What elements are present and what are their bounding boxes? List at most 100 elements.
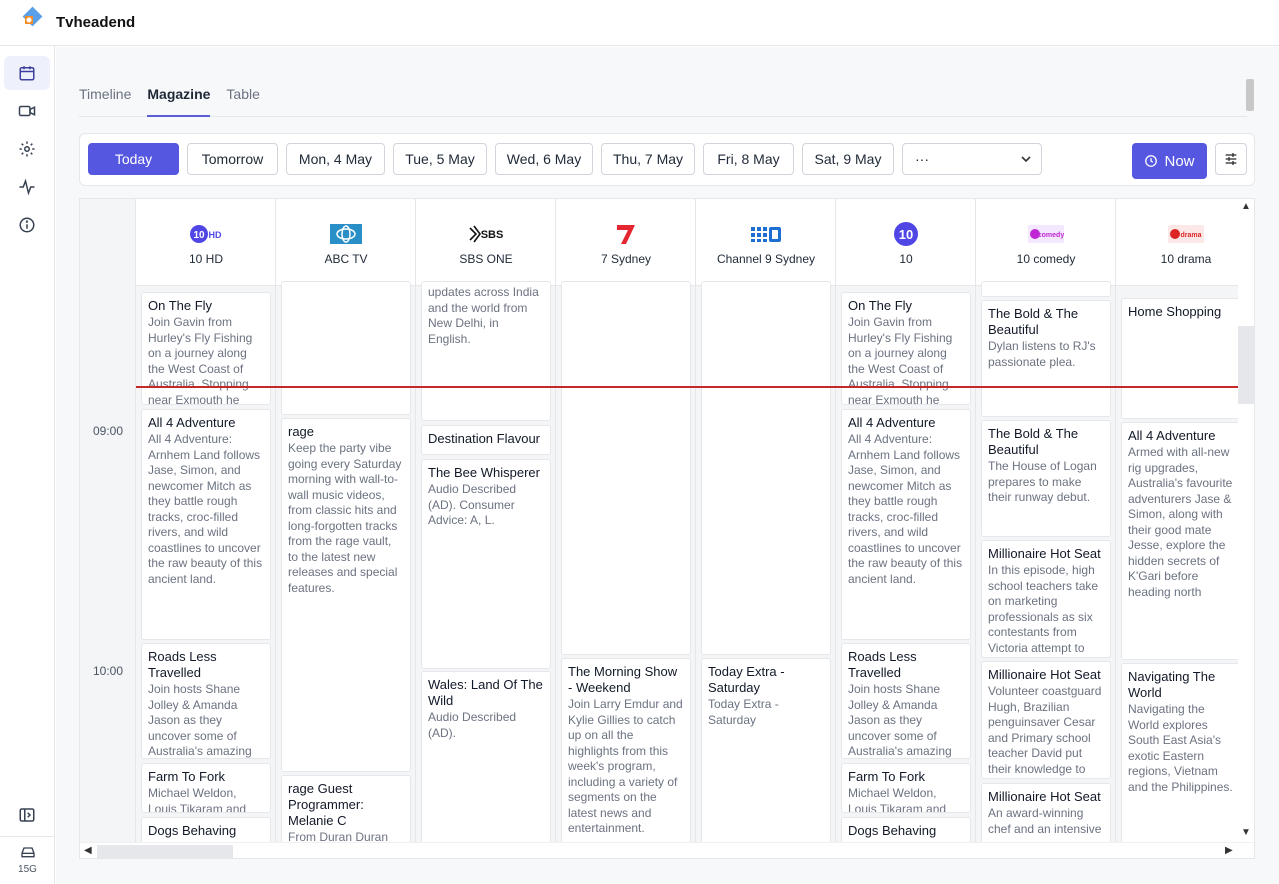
program-description: All 4 Adventure: Arnhem Land follows Jas… [148, 432, 263, 586]
program-card[interactable]: Roads Less Travelled Join hosts Shane Jol… [841, 643, 971, 759]
more-days-select[interactable]: ··· [902, 143, 1042, 175]
channel-name: 10 HD [188, 252, 223, 266]
channel-logo-icon [326, 219, 366, 249]
current-time-line [136, 386, 1238, 388]
collapse-sidebar-button[interactable] [4, 798, 50, 832]
program-title: rage Guest Programmer: Melanie C [288, 781, 364, 828]
program-card[interactable] [561, 281, 691, 655]
view-tabs: Timeline Magazine Table [79, 85, 1247, 117]
program-description: All 4 Adventure: Arnhem Land follows Jas… [848, 432, 963, 586]
program-card[interactable]: Home Shopping [1121, 298, 1241, 419]
grid-horizontal-scrollbar[interactable]: ◀ ▶ [80, 842, 1254, 858]
program-card[interactable]: rage Keep the party vibe going every Satu… [281, 418, 411, 772]
program-description: Join Gavin from Hurley's Fly Fishing on … [148, 315, 253, 405]
day-button-wed[interactable]: Wed, 6 May [495, 143, 593, 175]
program-card[interactable]: The Bold & The Beautiful Dylan listens to… [981, 300, 1111, 417]
more-days-value: ··· [915, 151, 929, 167]
video-camera-icon [18, 105, 36, 117]
now-button-label: Now [1164, 152, 1195, 170]
program-title: Today Extra - Saturday [708, 664, 785, 695]
program-card[interactable]: The Bold & The Beautiful The House of Log… [981, 420, 1111, 537]
tvheadend-logo-icon[interactable] [14, 5, 44, 40]
program-card[interactable] [981, 281, 1111, 297]
program-card[interactable]: The Morning Show - Weekend Join Larry Emd… [561, 658, 691, 857]
scroll-down-icon[interactable]: ▼ [1241, 827, 1251, 838]
tab-timeline[interactable]: Timeline [79, 85, 131, 117]
program-title: The Bold & The Beautiful [988, 426, 1079, 457]
day-button-tue[interactable]: Tue, 5 May [393, 143, 487, 175]
tab-magazine[interactable]: Magazine [147, 85, 211, 117]
program-title: On The Fly [148, 298, 213, 313]
grid-vertical-scroll-thumb[interactable] [1238, 326, 1254, 404]
program-card[interactable] [701, 281, 831, 655]
program-card[interactable]: All 4 Adventure All 4 Adventure: Arnhem L… [141, 409, 271, 640]
program-title: Farm To Fork [848, 769, 926, 784]
day-button-sat[interactable]: Sat, 9 May [802, 143, 894, 175]
channel-header[interactable]: ABC TV [276, 199, 416, 286]
program-card[interactable]: Millionaire Hot Seat In this episode, hig… [981, 540, 1111, 658]
program-description: Join Gavin from Hurley's Fly Fishing on … [848, 315, 953, 405]
channel-header[interactable]: SBS SBS ONE [416, 199, 556, 286]
day-button-thu[interactable]: Thu, 7 May [601, 143, 695, 175]
program-card[interactable]: Navigating The World Navigating the World… [1121, 663, 1241, 857]
program-card[interactable]: The Bee Whisperer Audio Described (AD). C… [421, 459, 551, 669]
channel-logo-icon: 10 HD [186, 219, 226, 249]
sidebar-item-status[interactable] [4, 170, 50, 204]
program-description: Dylan listens to RJ's passionate plea. [988, 339, 1096, 369]
channel-header[interactable]: comedy 10 comedy [976, 199, 1116, 286]
channel-header[interactable]: Channel 9 Sydney [696, 199, 836, 286]
channel-header[interactable]: drama 10 drama [1116, 199, 1254, 286]
sidebar-item-epg[interactable] [4, 56, 50, 90]
program-card[interactable]: Farm To Fork Michael Weldon, Louis Tikara… [141, 763, 271, 813]
program-title: Roads Less Travelled [848, 649, 917, 680]
program-card[interactable]: updates across India and the world from … [421, 281, 551, 421]
now-button[interactable]: Now [1132, 143, 1207, 179]
sidebar-item-recordings[interactable] [4, 94, 50, 128]
channel-name: 7 Sydney [600, 252, 652, 266]
tab-table[interactable]: Table [226, 85, 259, 117]
channel-name: ABC TV [324, 252, 368, 266]
channel-header[interactable]: 7 Sydney [556, 199, 696, 286]
program-card[interactable]: Millionaire Hot Seat Volunteer coastguard… [981, 661, 1111, 779]
grid-vertical-scrollbar[interactable]: ▲ ▼ [1238, 199, 1254, 842]
program-card[interactable]: On The Fly Join Gavin from Hurley's Fly F… [841, 292, 971, 405]
program-card[interactable]: Wales: Land Of The Wild Audio Described (… [421, 671, 551, 857]
tomorrow-button[interactable]: Tomorrow [187, 143, 278, 175]
clock-icon [1145, 155, 1158, 167]
program-title: rage [288, 424, 315, 439]
scroll-left-icon[interactable]: ◀ [84, 845, 92, 856]
today-button[interactable]: Today [88, 143, 179, 175]
program-card[interactable] [281, 281, 411, 415]
page-scrollbar[interactable] [1246, 73, 1254, 117]
day-button-fri[interactable]: Fri, 8 May [703, 143, 794, 175]
time-column: 09:00 10:00 [80, 199, 136, 842]
program-description: Join hosts Shane Jolley & Amanda Jason a… [148, 682, 252, 758]
scroll-up-icon[interactable]: ▲ [1241, 201, 1251, 212]
sidebar: 15G [0, 46, 55, 884]
channel-header[interactable]: 10 HD 10 HD [136, 199, 276, 286]
channel-logo-icon: drama [1166, 219, 1206, 249]
sidebar-item-about[interactable] [4, 208, 50, 242]
filter-settings-button[interactable] [1215, 143, 1247, 175]
panel-icon [19, 808, 35, 822]
program-card[interactable]: Roads Less Travelled Join hosts Shane Jol… [141, 643, 271, 759]
disk-space: 15G [0, 836, 55, 875]
program-card[interactable]: Farm To Fork Michael Weldon, Louis Tikara… [841, 763, 971, 813]
channel-name: 10 drama [1160, 252, 1212, 266]
channel-header[interactable]: 10 10 [836, 199, 976, 286]
grid-horizontal-scroll-thumb[interactable] [97, 845, 233, 858]
program-card[interactable]: Destination Flavour [421, 425, 551, 455]
scroll-right-icon[interactable]: ▶ [1225, 845, 1233, 856]
sidebar-item-settings[interactable] [4, 132, 50, 166]
channel-logo-icon: comedy [1026, 219, 1066, 249]
program-card[interactable]: On The Fly Join Gavin from Hurley's Fly F… [141, 292, 271, 405]
hard-drive-icon [20, 847, 35, 858]
svg-text:comedy: comedy [1038, 232, 1064, 239]
program-card[interactable]: All 4 Adventure Armed with all-new rig up… [1121, 422, 1241, 660]
day-button-mon[interactable]: Mon, 4 May [286, 143, 385, 175]
program-title: All 4 Adventure [148, 415, 236, 430]
program-card[interactable]: Today Extra - Saturday Today Extra - Satu… [701, 658, 831, 857]
channel-name: SBS ONE [459, 252, 513, 266]
program-title: Wales: Land Of The Wild [428, 677, 543, 708]
program-card[interactable]: All 4 Adventure All 4 Adventure: Arnhem L… [841, 409, 971, 640]
